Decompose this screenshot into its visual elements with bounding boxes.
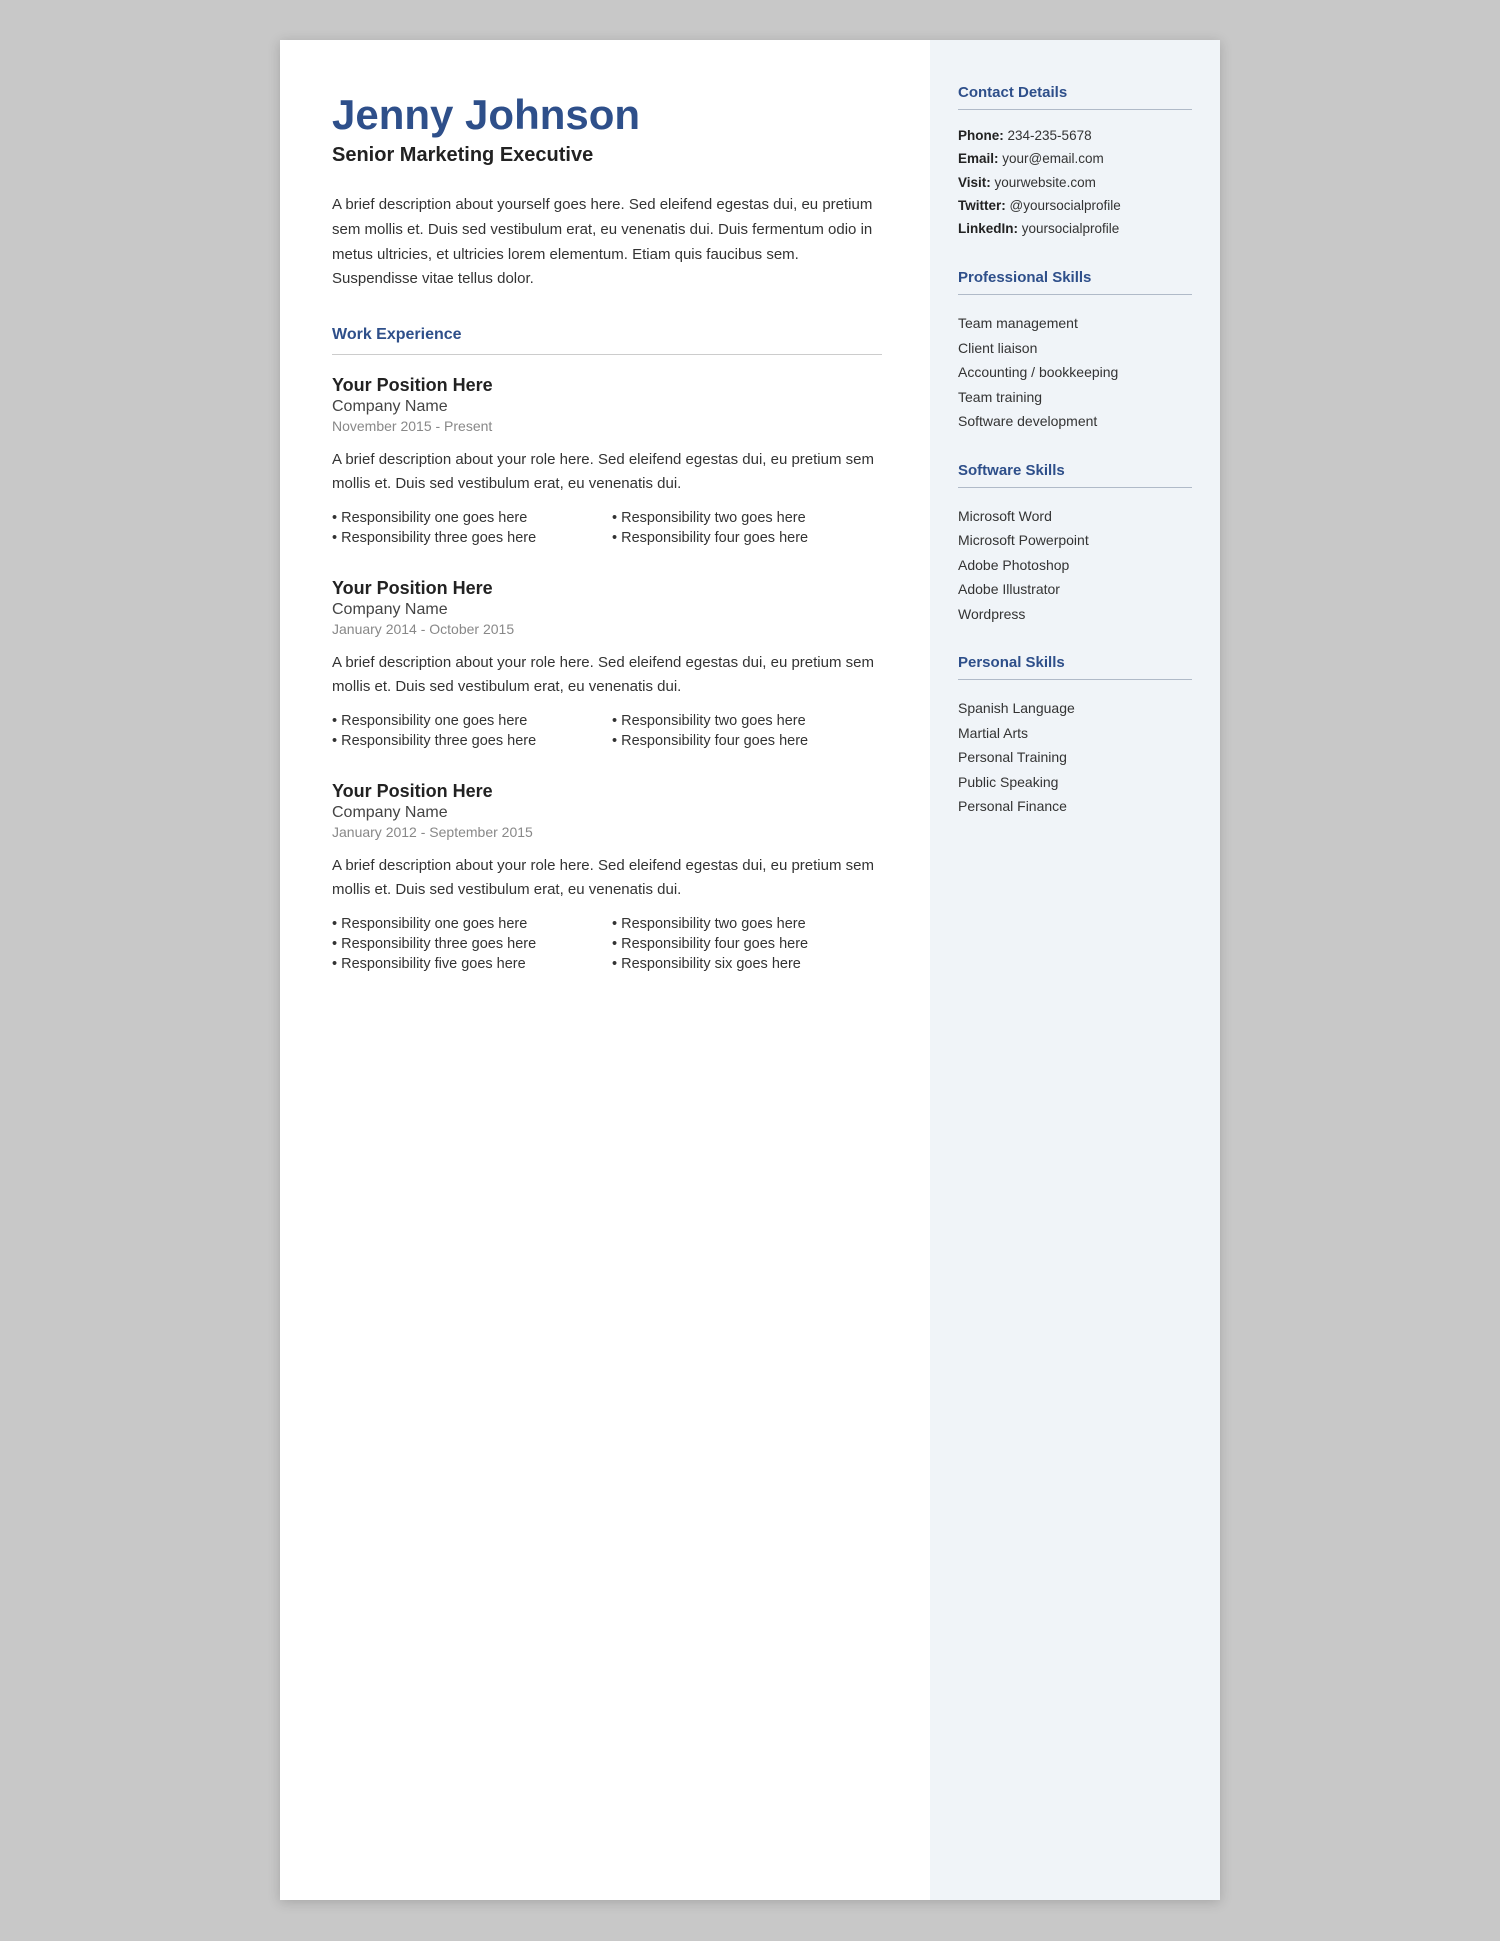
pers-skill-4: Public Speaking — [958, 770, 1192, 795]
email-value: your@email.com — [1002, 151, 1103, 166]
contact-divider — [958, 109, 1192, 110]
visit-line: Visit: yourwebsite.com — [958, 173, 1192, 193]
job-3-resp-4: Responsibility four goes here — [612, 936, 882, 952]
software-skills-section: Software Skills Microsoft Word Microsoft… — [958, 462, 1192, 627]
job-2-resp-3: Responsibility three goes here — [332, 733, 602, 749]
job-1-dates: November 2015 - Present — [332, 418, 882, 434]
personal-skills-heading: Personal Skills — [958, 654, 1192, 671]
contact-heading: Contact Details — [958, 84, 1192, 101]
job-2-responsibilities: Responsibility one goes here Responsibil… — [332, 713, 882, 749]
prof-skill-3: Accounting / bookkeeping — [958, 360, 1192, 385]
job-1-responsibilities: Responsibility one goes here Responsibil… — [332, 510, 882, 546]
pers-skill-5: Personal Finance — [958, 794, 1192, 819]
pers-skill-1: Spanish Language — [958, 696, 1192, 721]
soft-skill-1: Microsoft Word — [958, 504, 1192, 529]
job-2-title: Your Position Here — [332, 578, 882, 599]
software-skills-heading: Software Skills — [958, 462, 1192, 479]
job-3-resp-3: Responsibility three goes here — [332, 936, 602, 952]
soft-skill-4: Adobe Illustrator — [958, 577, 1192, 602]
twitter-line: Twitter: @yoursocialprofile — [958, 196, 1192, 216]
candidate-name: Jenny Johnson — [332, 92, 882, 138]
work-experience-divider — [332, 354, 882, 355]
job-1-title: Your Position Here — [332, 375, 882, 396]
job-3-company: Company Name — [332, 804, 882, 822]
linkedin-value: yoursocialprofile — [1022, 221, 1120, 236]
pers-skill-2: Martial Arts — [958, 721, 1192, 746]
right-column: Contact Details Phone: 234-235-5678 Emai… — [930, 40, 1220, 1900]
email-line: Email: your@email.com — [958, 149, 1192, 169]
summary-text: A brief description about yourself goes … — [332, 193, 882, 292]
pers-skill-3: Personal Training — [958, 745, 1192, 770]
linkedin-label: LinkedIn: — [958, 221, 1018, 236]
phone-line: Phone: 234-235-5678 — [958, 126, 1192, 146]
professional-skills-section: Professional Skills Team management Clie… — [958, 269, 1192, 434]
job-3-desc: A brief description about your role here… — [332, 854, 882, 902]
job-3-resp-2: Responsibility two goes here — [612, 916, 882, 932]
personal-skills-divider — [958, 679, 1192, 680]
job-2-dates: January 2014 - October 2015 — [332, 621, 882, 637]
prof-skill-2: Client liaison — [958, 336, 1192, 361]
job-2-resp-1: Responsibility one goes here — [332, 713, 602, 729]
visit-value: yourwebsite.com — [995, 175, 1096, 190]
software-skills-divider — [958, 487, 1192, 488]
work-experience-heading: Work Experience — [332, 326, 882, 344]
job-3-title: Your Position Here — [332, 781, 882, 802]
prof-skill-4: Team training — [958, 385, 1192, 410]
professional-skills-heading: Professional Skills — [958, 269, 1192, 286]
candidate-title: Senior Marketing Executive — [332, 144, 882, 167]
job-1-resp-2: Responsibility two goes here — [612, 510, 882, 526]
resume-page: Jenny Johnson Senior Marketing Executive… — [280, 40, 1220, 1900]
personal-skills-section: Personal Skills Spanish Language Martial… — [958, 654, 1192, 819]
contact-section: Contact Details Phone: 234-235-5678 Emai… — [958, 84, 1192, 239]
job-1-resp-3: Responsibility three goes here — [332, 530, 602, 546]
job-1-desc: A brief description about your role here… — [332, 448, 882, 496]
soft-skill-3: Adobe Photoshop — [958, 553, 1192, 578]
job-2-company: Company Name — [332, 601, 882, 619]
visit-label: Visit: — [958, 175, 991, 190]
job-3-responsibilities: Responsibility one goes here Responsibil… — [332, 916, 882, 972]
phone-value: 234-235-5678 — [1008, 128, 1092, 143]
linkedin-line: LinkedIn: yoursocialprofile — [958, 219, 1192, 239]
email-label: Email: — [958, 151, 999, 166]
job-1-company: Company Name — [332, 398, 882, 416]
job-1-resp-1: Responsibility one goes here — [332, 510, 602, 526]
job-2-resp-4: Responsibility four goes here — [612, 733, 882, 749]
phone-label: Phone: — [958, 128, 1004, 143]
job-1: Your Position Here Company Name November… — [332, 375, 882, 546]
twitter-label: Twitter: — [958, 198, 1006, 213]
job-3: Your Position Here Company Name January … — [332, 781, 882, 972]
soft-skill-2: Microsoft Powerpoint — [958, 528, 1192, 553]
job-3-resp-1: Responsibility one goes here — [332, 916, 602, 932]
job-2-resp-2: Responsibility two goes here — [612, 713, 882, 729]
job-3-resp-6: Responsibility six goes here — [612, 956, 882, 972]
job-2: Your Position Here Company Name January … — [332, 578, 882, 749]
soft-skill-5: Wordpress — [958, 602, 1192, 627]
twitter-value: @yoursocialprofile — [1010, 198, 1121, 213]
prof-skill-5: Software development — [958, 409, 1192, 434]
left-column: Jenny Johnson Senior Marketing Executive… — [280, 40, 930, 1900]
job-1-resp-4: Responsibility four goes here — [612, 530, 882, 546]
prof-skill-1: Team management — [958, 311, 1192, 336]
job-3-dates: January 2012 - September 2015 — [332, 824, 882, 840]
professional-skills-divider — [958, 294, 1192, 295]
job-3-resp-5: Responsibility five goes here — [332, 956, 602, 972]
job-2-desc: A brief description about your role here… — [332, 651, 882, 699]
